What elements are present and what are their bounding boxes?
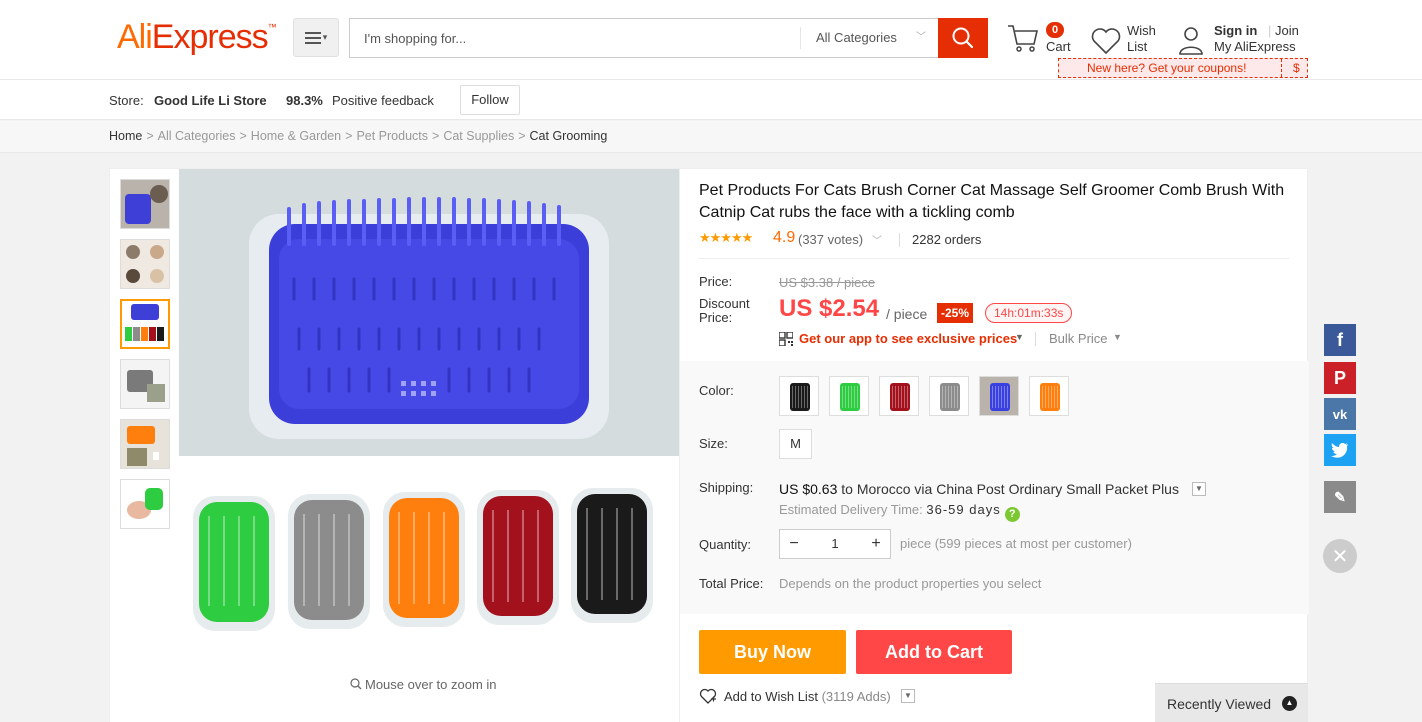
votes-link[interactable]: (337 votes) xyxy=(798,232,863,247)
product-info: Pet Products For Cats Brush Corner Cat M… xyxy=(680,169,1309,722)
app-promo-link[interactable]: Get our app to see exclusive prices xyxy=(799,331,1017,346)
size-option-m[interactable]: M xyxy=(779,429,812,459)
shipping-info: US $0.63 to Morocco via China Post Ordin… xyxy=(779,481,1179,497)
category-dropdown[interactable]: All Categories ﹀ xyxy=(800,27,940,49)
breadcrumb-home[interactable]: Home xyxy=(109,129,142,143)
chevron-down-icon[interactable]: ﹀ xyxy=(872,232,882,247)
hamburger-icon xyxy=(304,29,321,47)
discount-price: US $2.54 xyxy=(779,295,880,322)
zoom-hint: Mouse over to zoom in xyxy=(350,677,497,692)
search-button[interactable] xyxy=(938,18,988,58)
breadcrumb-all-categories[interactable]: All Categories xyxy=(158,129,236,143)
aliexpress-logo[interactable]: AliExpress™ xyxy=(117,18,277,57)
cart-count-badge: 0 xyxy=(1046,22,1065,38)
caret-down-icon[interactable]: ▼ xyxy=(1113,332,1122,342)
product-variants-image xyxy=(179,456,679,636)
add-to-cart-button[interactable]: Add to Cart xyxy=(856,630,1012,674)
help-icon[interactable]: ? xyxy=(1004,507,1020,522)
color-swatch-blue[interactable] xyxy=(979,376,1019,416)
star-rating-icon: ★★★★★ xyxy=(699,230,753,245)
quantity-input[interactable]: 1 xyxy=(808,530,862,558)
color-swatch-green[interactable] xyxy=(829,376,869,416)
product-main-image[interactable] xyxy=(179,169,679,456)
chevron-up-icon: ▲ xyxy=(1282,696,1297,711)
close-icon[interactable]: ✕ xyxy=(1323,539,1357,573)
user-icon xyxy=(1179,27,1203,55)
thumbnail-5[interactable] xyxy=(120,419,170,469)
color-swatch-red[interactable] xyxy=(879,376,919,416)
vk-share-icon[interactable]: vk xyxy=(1324,398,1356,430)
heart-plus-icon xyxy=(699,688,717,704)
caret-down-icon: ▾ xyxy=(322,32,328,42)
thumbnail-3[interactable] xyxy=(120,299,170,349)
thumbnail-2[interactable] xyxy=(120,239,170,289)
search-bar: All Categories ﹀ xyxy=(349,18,939,58)
store-name-link[interactable]: Good Life Li Store xyxy=(154,93,267,108)
sign-in-link[interactable]: Sign in xyxy=(1214,23,1257,38)
color-swatches xyxy=(779,376,1079,416)
follow-button[interactable]: Follow xyxy=(460,85,520,115)
magnifier-icon xyxy=(350,678,362,690)
thumbnail-list xyxy=(120,179,170,539)
coupon-banner[interactable]: New here? Get your coupons! $ xyxy=(1058,58,1308,78)
bulk-price-link[interactable]: Bulk Price xyxy=(1049,331,1108,346)
caret-down-icon[interactable]: ▼ xyxy=(1015,332,1024,342)
top-header: AliExpress™ ▾ All Categories ﹀ 0 Cart Wi… xyxy=(0,0,1422,80)
thumbnail-4[interactable] xyxy=(120,359,170,409)
discount-badge: -25% xyxy=(937,303,974,323)
join-link[interactable]: Join xyxy=(1275,23,1299,38)
twitter-share-icon[interactable] xyxy=(1324,434,1356,466)
color-swatch-orange[interactable] xyxy=(1029,376,1069,416)
buy-now-button[interactable]: Buy Now xyxy=(699,630,846,674)
heart-icon xyxy=(1091,28,1121,55)
category-menu-button[interactable]: ▾ xyxy=(293,18,339,57)
breadcrumb-cat-supplies[interactable]: Cat Supplies xyxy=(443,129,514,143)
breadcrumb-home-garden[interactable]: Home & Garden xyxy=(251,129,341,143)
delivery-time: Estimated Delivery Time: 36-59 days? xyxy=(779,502,1020,522)
rating-row: ★★★★★ 4.9 (337 votes) ﹀ 2282 orders xyxy=(699,229,1289,250)
quantity-stepper: − 1 + xyxy=(779,529,891,559)
product-title: Pet Products For Cats Brush Corner Cat M… xyxy=(699,182,1285,221)
quantity-note: piece (599 pieces at most per customer) xyxy=(900,536,1132,551)
orders-count: 2282 orders xyxy=(912,232,982,247)
pinterest-share-icon[interactable]: P xyxy=(1324,362,1356,394)
wishlist-button[interactable]: Wish List xyxy=(1090,22,1170,58)
chevron-down-icon: ﹀ xyxy=(916,32,926,43)
search-icon xyxy=(952,27,974,49)
recently-viewed-tab[interactable]: Recently Viewed ▲ xyxy=(1155,683,1308,722)
facebook-share-icon[interactable]: f xyxy=(1324,324,1356,356)
original-price: US $3.38 / piece xyxy=(779,275,876,290)
cart-icon xyxy=(1008,25,1039,52)
feedback-label: Positive feedback xyxy=(332,93,434,108)
qr-code-icon xyxy=(779,332,793,346)
feedback-percent: 98.3% xyxy=(286,93,323,108)
search-input[interactable] xyxy=(364,19,794,57)
cart-button[interactable]: 0 Cart xyxy=(1007,20,1079,58)
store-bar: Store: Good Life Li Store 98.3% Positive… xyxy=(0,80,1422,120)
color-swatch-gray[interactable] xyxy=(929,376,969,416)
product-properties: Color: Size: M Shipping: US $0.63 to Mor… xyxy=(680,361,1309,614)
thumbnail-6[interactable] xyxy=(120,479,170,529)
wishlist-dropdown[interactable]: ▼ xyxy=(901,689,915,703)
product-panel: Mouse over to zoom in Pet Products For C… xyxy=(109,168,1309,722)
edit-feedback-icon[interactable]: ✎ xyxy=(1324,481,1356,513)
dollar-icon: $ xyxy=(1281,59,1309,77)
quantity-increase-button[interactable]: + xyxy=(862,530,890,558)
quantity-decrease-button[interactable]: − xyxy=(780,530,808,558)
countdown-timer: 14h:01m:33s xyxy=(985,303,1073,323)
my-aliexpress-link[interactable]: My AliExpress xyxy=(1214,39,1296,54)
total-price-value: Depends on the product properties you se… xyxy=(779,576,1042,591)
app-promo-row: Get our app to see exclusive prices ▼ Bu… xyxy=(779,330,1279,348)
thumbnail-1[interactable] xyxy=(120,179,170,229)
color-swatch-black[interactable] xyxy=(779,376,819,416)
rating-score: 4.9 xyxy=(773,229,796,246)
cart-label: Cart xyxy=(1046,39,1071,54)
breadcrumb: Home > All Categories > Home & Garden > Pet Pr… xyxy=(0,121,1422,153)
breadcrumb-pet-products[interactable]: Pet Products xyxy=(356,129,428,143)
shipping-dropdown[interactable]: ▼ xyxy=(1192,482,1206,496)
account-menu[interactable]: Sign in | Join My AliExpress xyxy=(1177,22,1307,58)
breadcrumb-cat-grooming: Cat Grooming xyxy=(529,129,608,143)
